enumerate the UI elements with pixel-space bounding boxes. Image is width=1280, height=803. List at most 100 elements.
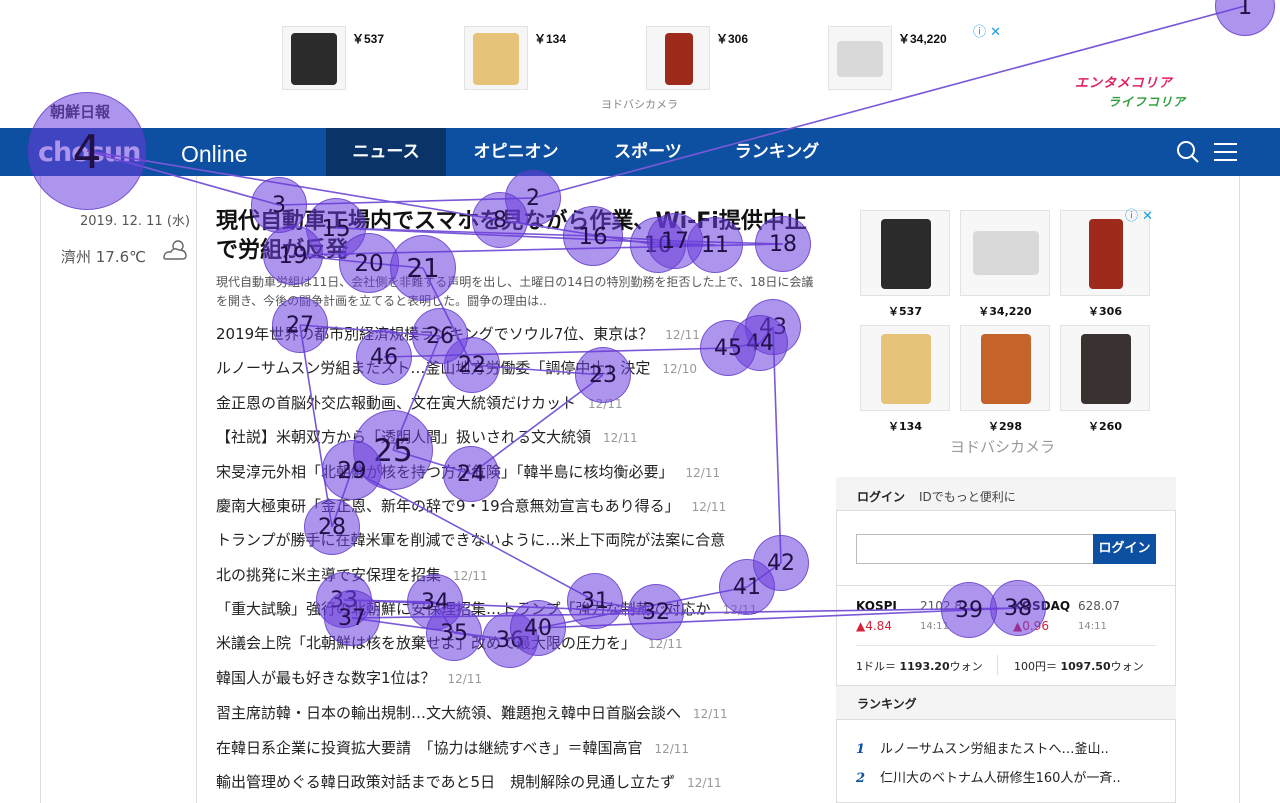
news-title[interactable]: ルノーサムスン労組またスト…釜山地方労働委「調停中止」決定 [216,359,650,377]
news-title[interactable]: 輸出管理めぐる韓日政策対話まであと5日 規制解除の見通し立たず [216,773,675,791]
top-ad-banner[interactable]: ￥537 ￥134 ￥306 ￥34,220 ヨドバシカメラ ⓘ ✕ エンタメコ… [0,0,1280,128]
news-date: 12/11 [588,397,623,411]
tab-sports[interactable]: スポーツ [588,128,708,176]
divider [856,645,1156,646]
ad-price-2[interactable]: ￥134 [534,30,566,47]
news-title[interactable]: 習主席訪韓・日本の輸出規制…文大統領、難題抱え韓中日首脳会談へ [216,704,681,722]
news-date: 12/11 [687,776,722,790]
fx-usd-label: 1ドル＝ [856,660,896,673]
right-ad-price-4[interactable]: ￥134 [860,418,950,434]
rank-text[interactable]: 仁川大のベトナム人研修生160人が一斉.. [880,771,1121,786]
menu-icon[interactable] [1213,139,1239,165]
ad-price-1[interactable]: ￥537 [352,30,384,47]
news-item[interactable]: 宋旻淳元外相「北朝鮮が核を持つ方が危険」「韓半島に核均衡必要」 12/11 [216,461,720,482]
news-date: 12/11 [722,603,758,617]
life-korea-logo[interactable]: ライフコリア [1108,93,1186,110]
kosdaq-value: 628.07 [1078,599,1120,613]
news-title[interactable]: 金正恩の首脳外交広報動画、文在寅大統領だけカット [216,394,576,412]
tab-news[interactable]: ニュース [326,128,446,176]
entame-korea-logo[interactable]: エンタメコリア [1075,72,1173,91]
tab-opinion[interactable]: オピニオン [456,128,576,176]
right-ad-product-5[interactable] [960,325,1050,411]
news-item[interactable]: ルノーサムスン労組またスト…釜山地方労働委「調停中止」決定 12/10 [216,357,697,378]
news-item[interactable]: 金正恩の首脳外交広報動画、文在寅大統領だけカット 12/11 [216,392,623,413]
login-id-field[interactable] [856,534,1094,564]
news-date: 12/10 [662,362,697,376]
right-ad-product-2[interactable] [960,210,1050,296]
right-ad-price-3[interactable]: ￥306 [1060,303,1150,319]
right-ad-price-1[interactable]: ￥537 [860,303,950,319]
kospi-label[interactable]: KOSPI [856,599,897,613]
ad-product-image-1[interactable] [282,26,346,90]
news-title[interactable]: 【社説】米朝双方から「透明人間」扱いされる文大統領 [216,428,591,446]
logo-hanja[interactable]: 朝鮮日報 [50,101,110,122]
ad-product-image-4[interactable] [828,26,892,90]
news-date: 12/11 [654,742,690,756]
news-title[interactable]: 米議会上院「北朝鮮は核を放棄せよ」改めて最大限の圧力を」 [216,634,636,652]
news-title[interactable]: トランプが勝手に在韓米軍を削減できないように…米上下両院が法案に合意 [216,531,725,549]
noodle-cup-image [473,33,519,85]
ranking-item[interactable]: 2 仁川大のベトナム人研修生160人が一斉.. [856,767,1121,786]
right-ad-price-6[interactable]: ￥260 [1060,418,1150,434]
tab-ranking[interactable]: ランキング [717,128,837,176]
site-logo[interactable]: chosun [38,137,141,168]
login-button[interactable]: ログイン [1093,534,1156,564]
ranking-item[interactable]: 1 ルノーサムスン労組またストへ…釜山.. [856,738,1109,757]
divider [836,585,1176,586]
adchoices-icon[interactable]: ⓘ ✕ [973,21,1001,40]
fx-jpy: 100円＝ 1097.50ウォン [1014,658,1144,674]
fx-jpy-value: 1097.50 [1060,660,1111,673]
ad-product-image-2[interactable] [464,26,528,90]
news-item[interactable]: 米議会上院「北朝鮮は核を放棄せよ」改めて最大限の圧力を」 12/11 [216,632,683,653]
news-item[interactable]: 習主席訪韓・日本の輸出規制…文大統領、難題抱え韓中日首脳会談へ 12/11 [216,702,728,723]
news-title[interactable]: 「重大試験」強行の北朝鮮に安保理招集…トランプ「強力な制裁で対応か [216,600,711,618]
lead-headline[interactable]: 現代自動車工場内でスマホを見ながら作業、Wi-Fi提供中止で労組が反発 [216,207,816,265]
news-title[interactable]: 慶南大極東研「金正恩、新年の辞で9・19合意無効宣言もあり得る」 [216,497,680,515]
ranking-title: ランキング [857,697,917,711]
ad-source[interactable]: ヨドバシカメラ [601,96,678,112]
news-date: 12/11 [447,672,483,686]
rank-number: 1 [856,742,866,757]
right-ad-product-4[interactable] [860,325,950,411]
news-item[interactable]: 韓国人が最も好きな数字1位は？ 12/11 [216,667,482,688]
news-item[interactable]: 慶南大極東研「金正恩、新年の辞で9・19合意無効宣言もあり得る」 12/11 [216,495,726,516]
site-logo-online[interactable]: Online [181,141,247,168]
lead-summary[interactable]: 現代自動車労組は11日、会社側を非難する声明を出し、土曜日の14日の特別勤務を拒… [216,273,816,311]
right-adchoices-icon[interactable]: ⓘ ✕ [1125,205,1153,224]
right-ad-source[interactable]: ヨドバシカメラ [950,436,1055,457]
news-item[interactable]: 北の挑発に米主導で安保理を招集 12/11 [216,564,488,585]
fx-usd-value: 1193.20 [899,660,950,673]
rank-text[interactable]: ルノーサムスン労組またストへ…釜山.. [880,742,1109,757]
ad-product-image-3[interactable] [646,26,710,90]
news-title[interactable]: 在韓日系企業に投資拡大要請 「協力は継続すべき」＝韓国高官 [216,739,642,757]
right-ad-price-5[interactable]: ￥298 [960,418,1050,434]
sauce-bottle-image [1089,219,1123,289]
news-date: 12/11 [603,431,638,445]
right-ad-product-6[interactable] [1060,325,1150,411]
news-title[interactable]: 2019年世界の都市別経済規模ランキングでソウル7位、東京は？ [216,325,653,343]
ad-price-4[interactable]: ￥34,220 [898,30,947,47]
news-date: 12/11 [648,637,683,651]
news-item[interactable]: 2019年世界の都市別経済規模ランキングでソウル7位、東京は？ 12/11 [216,323,700,344]
right-ad-product-1[interactable] [860,210,950,296]
kospi-change: ▲4.84 [856,619,892,633]
news-item[interactable]: 「重大試験」強行の北朝鮮に安保理招集…トランプ「強力な制裁で対応か 12/11 [216,598,757,619]
news-item[interactable]: トランプが勝手に在韓米軍を削減できないように…米上下両院が法案に合意 [216,529,737,550]
search-icon[interactable] [1175,139,1201,165]
right-ad-price-2[interactable]: ￥34,220 [960,303,1050,319]
news-date: 12/11 [665,328,700,342]
ad-close-icon[interactable]: ✕ [990,25,1001,40]
news-item[interactable]: 【社説】米朝双方から「透明人間」扱いされる文大統領 12/11 [216,426,638,447]
news-item[interactable]: 輸出管理めぐる韓日政策対話まであと5日 規制解除の見通し立たず 12/11 [216,771,722,792]
news-title[interactable]: 韓国人が最も好きな数字1位は？ [216,669,436,687]
news-date: 12/11 [685,466,721,480]
kosdaq-label[interactable]: KOSDAQ [1013,599,1070,613]
news-item[interactable]: 在韓日系企業に投資拡大要請 「協力は継続すべき」＝韓国高官 12/11 [216,737,689,758]
news-title[interactable]: 宋旻淳元外相「北朝鮮が核を持つ方が危険」「韓半島に核均衡必要」 [216,463,674,481]
seasoning-jar-image [1081,334,1131,404]
ad-price-3[interactable]: ￥306 [716,30,748,47]
login-title: ログイン [857,490,906,504]
news-title[interactable]: 北の挑発に米主導で安保理を招集 [216,566,441,584]
kospi-value: 2102.8 [920,599,962,613]
chijimi-package-image [981,334,1031,404]
